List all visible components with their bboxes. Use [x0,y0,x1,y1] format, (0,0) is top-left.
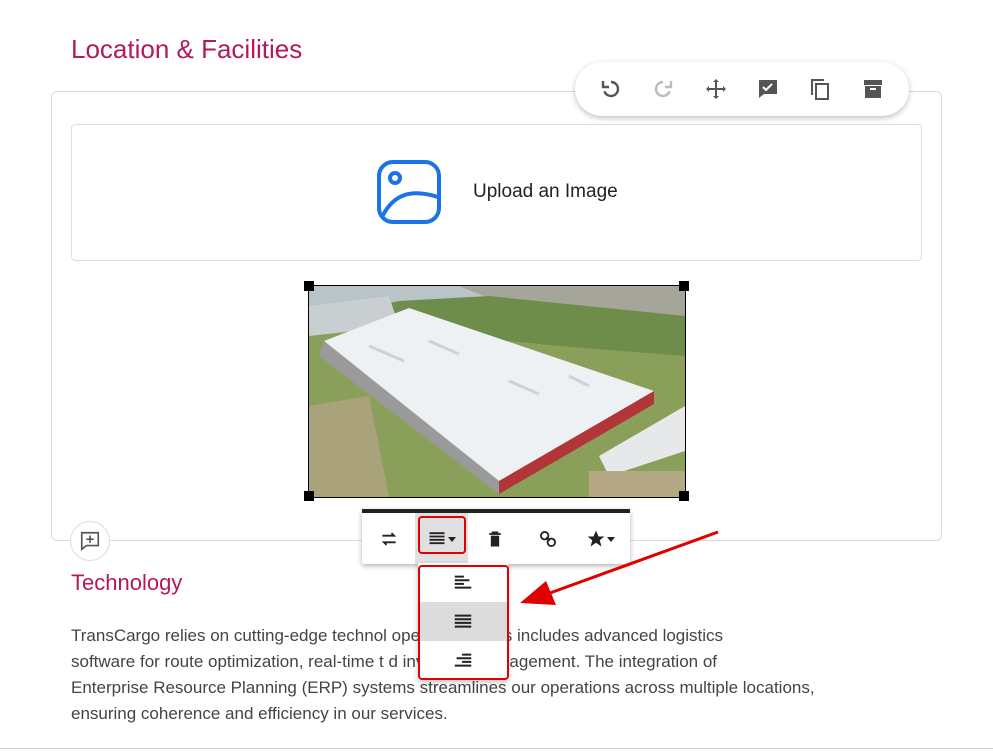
approve-comment-button[interactable] [750,71,786,107]
resize-handle-top-left[interactable] [304,281,314,291]
dropdown-highlight [418,565,509,680]
duplicate-icon [811,79,830,100]
resize-handle-bottom-left[interactable] [304,491,314,501]
bottom-divider [0,748,993,749]
duplicate-button[interactable] [802,71,838,107]
align-dropdown-button[interactable] [415,513,468,564]
warehouse-illustration [309,286,685,497]
swap-icon [381,532,396,545]
archive-icon [863,80,882,98]
delete-icon [488,531,501,546]
annotation-arrow [520,530,719,605]
replace-image-button[interactable] [362,513,415,564]
add-comment-button[interactable] [70,521,110,561]
technology-heading: Technology [71,570,183,595]
archive-button[interactable] [855,71,891,107]
warehouse-photo[interactable] [308,285,686,498]
image-icon [377,160,441,224]
undo-button[interactable] [593,71,629,107]
upload-label[interactable]: Upload an Image [473,181,618,203]
redo-button[interactable] [645,71,681,107]
redo-icon [655,80,673,98]
comment-plus-icon [80,531,100,551]
move-button[interactable] [698,71,734,107]
resize-handle-top-right[interactable] [679,281,689,291]
paragraph-line: ensuring coherence and efficiency in our… [71,704,448,723]
section-title: Location & Facilities [71,34,303,64]
resize-handle-bottom-right[interactable] [679,491,689,501]
check-comment-icon [759,80,778,98]
undo-icon [601,80,620,98]
move-icon [705,79,726,99]
align-button-highlight [418,516,466,554]
block-toolbar [575,62,909,116]
